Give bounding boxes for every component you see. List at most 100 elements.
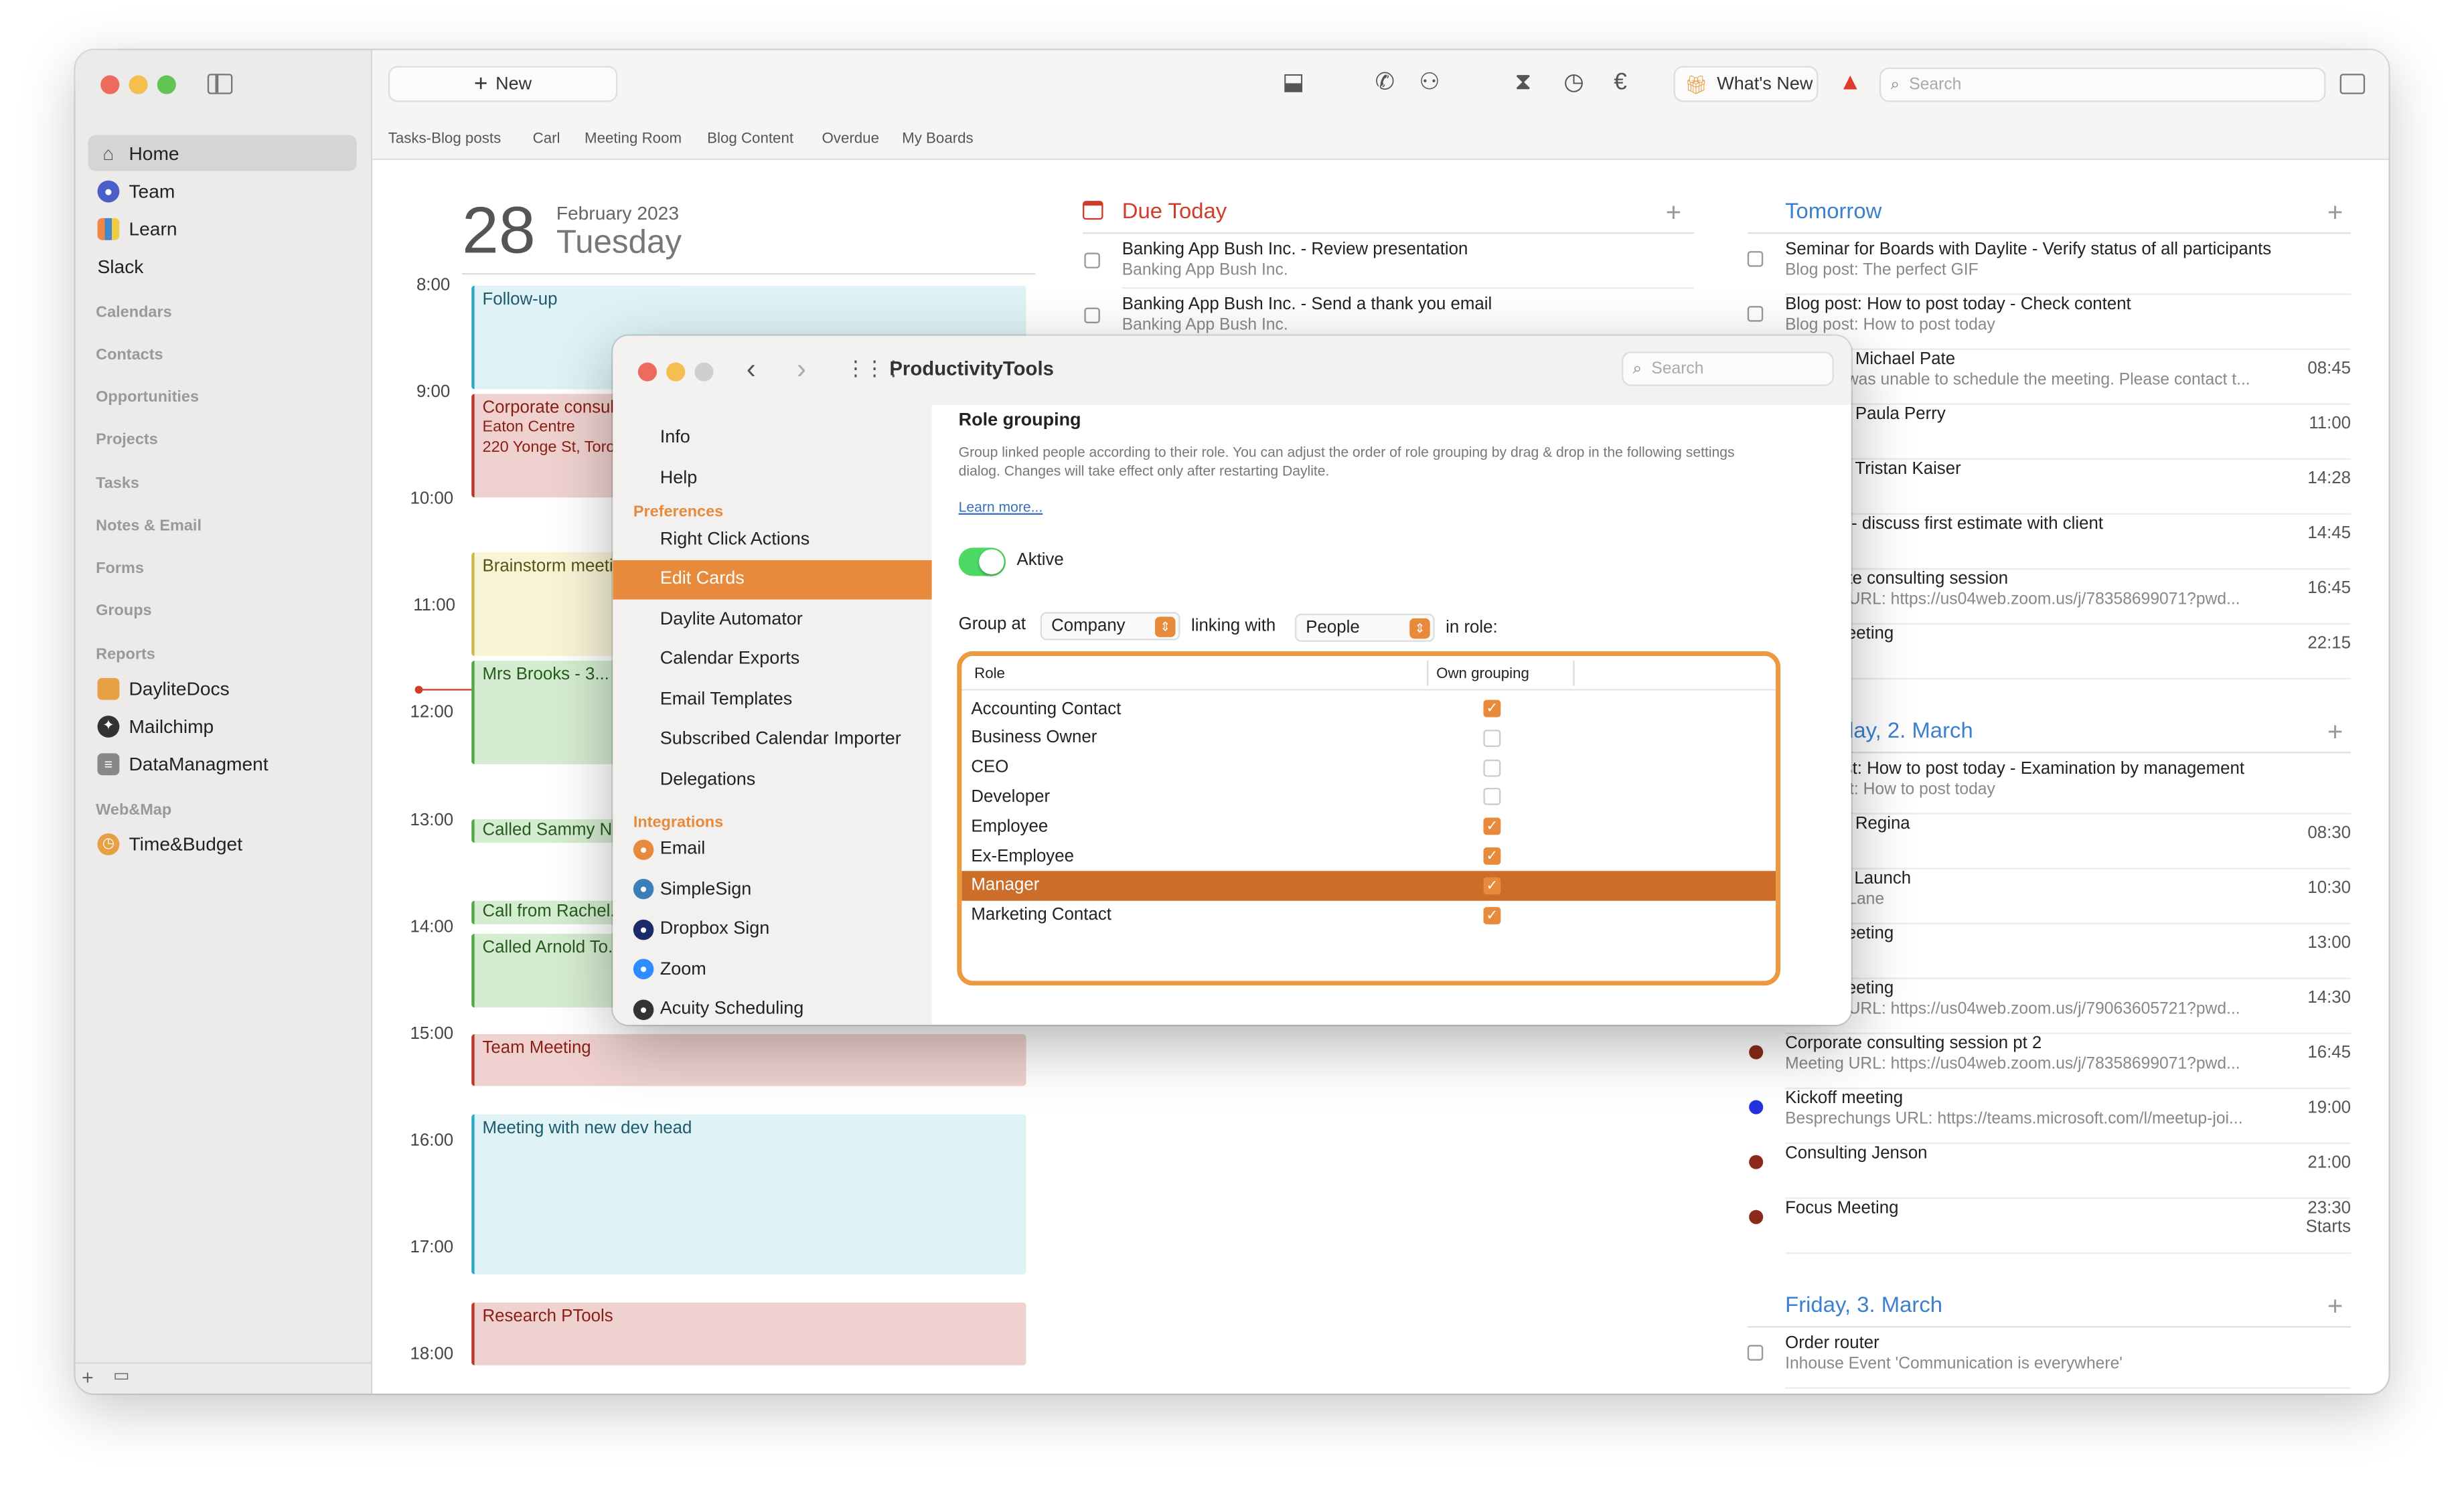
role-row[interactable]: Marketing Contact ✓ — [961, 900, 1776, 930]
agenda-item[interactable]: Order router Inhouse Event 'Communication… — [1785, 1334, 2352, 1389]
timer-icon[interactable]: ◷ — [1563, 70, 1584, 96]
dialog-nav-help[interactable]: Help — [613, 459, 931, 498]
back-chevron-icon[interactable]: ‹ — [747, 353, 756, 386]
add-icon[interactable]: + — [82, 1365, 94, 1389]
search-input[interactable]: ⌕ Search — [1879, 67, 2326, 102]
phone-icon[interactable]: ✆ — [1375, 70, 1395, 96]
sidebar-toggle-icon[interactable] — [207, 74, 233, 94]
zoom-window-button[interactable] — [157, 75, 176, 94]
agenda-item[interactable]: Seminar for Boards with Daylite - Verify… — [1785, 240, 2352, 295]
own-grouping-checkbox[interactable] — [1483, 729, 1501, 747]
agenda-item[interactable]: Call with Paula Perry 11:00 — [1785, 405, 2352, 460]
column-header-own-grouping[interactable]: Own grouping — [1436, 665, 1529, 683]
aktive-toggle[interactable] — [958, 548, 1006, 576]
column-header-role[interactable]: Role — [974, 665, 1005, 683]
agenda-item[interactable]: Corporate consulting session pt 2 Meeting… — [1785, 1034, 2352, 1090]
learn-more-link[interactable]: Learn more... — [959, 499, 1043, 515]
own-grouping-checkbox[interactable] — [1483, 788, 1501, 806]
sidebar-section-webmap[interactable]: Web&Map — [96, 802, 171, 819]
sidebar-section-calendars[interactable]: Calendars — [96, 305, 171, 322]
sidebar-item-home[interactable]: ⌂ Home — [88, 135, 357, 171]
role-row[interactable]: Business Owner — [961, 723, 1776, 753]
sidebar-section-groups[interactable]: Groups — [96, 602, 151, 620]
agenda-item[interactable]: Kickoff meeting Besprechungs URL: https:/… — [1785, 1089, 2352, 1145]
tab-carl[interactable]: Carl — [533, 131, 560, 148]
task-checkbox[interactable] — [1747, 1345, 1764, 1361]
inspector-toggle-icon[interactable] — [2339, 74, 2366, 94]
own-grouping-checkbox[interactable] — [1483, 758, 1501, 776]
sidebar-section-projects[interactable]: Projects — [96, 432, 158, 449]
agenda-item[interactable]: Blog post: How to post today - Examinati… — [1785, 760, 2352, 815]
sidebar-section-reports[interactable]: Reports — [96, 647, 155, 664]
sidebar-section-tasks[interactable]: Tasks — [96, 475, 139, 493]
calendar-event[interactable]: Meeting with new dev head — [471, 1114, 1026, 1274]
agenda-item[interactable]: Call with Regina08:30 — [1785, 815, 2352, 869]
dialog-nav-pref[interactable]: Subscribed Calendar Importer — [613, 720, 931, 759]
group-at-select[interactable]: Company ⇕ — [1040, 612, 1180, 641]
agenda-item[interactable]: Call with Michael Pate Michael was unable… — [1785, 350, 2352, 405]
sidebar-item-datamanagment[interactable]: ≡ DataManagment — [88, 746, 356, 782]
calendar-event[interactable]: Team Meeting — [471, 1034, 1026, 1086]
dialog-nav-pref[interactable]: Email Templates — [613, 679, 931, 719]
calendar-event[interactable]: Research PTools — [471, 1302, 1026, 1365]
dialog-nav-integration[interactable]: ● Acuity Scheduling — [613, 989, 931, 1025]
dialog-nav-pref[interactable]: Delegations — [613, 760, 931, 799]
daylite-icon[interactable]: ⬓ — [1282, 70, 1304, 96]
tab-blog-content[interactable]: Blog Content — [707, 131, 793, 148]
sidebar-section-forms[interactable]: Forms — [96, 560, 144, 578]
close-window-button[interactable] — [100, 75, 120, 94]
dialog-zoom-button[interactable] — [694, 362, 714, 382]
tab-my-boards[interactable]: My Boards — [902, 131, 974, 148]
task-checkbox[interactable] — [1747, 306, 1764, 322]
add-item-button[interactable]: + — [2327, 717, 2343, 748]
add-due-task-button[interactable]: + — [1666, 197, 1681, 229]
own-grouping-checkbox[interactable]: ✓ — [1483, 699, 1501, 718]
task-checkbox[interactable] — [1747, 251, 1764, 267]
own-grouping-checkbox[interactable]: ✓ — [1483, 906, 1501, 924]
sidebar-item-mailchimp[interactable]: ✦ Mailchimp — [88, 708, 356, 744]
agenda-item[interactable]: Call with Tristan Kaiser 14:28 — [1785, 460, 2352, 515]
bell-icon[interactable]: ▲ — [1839, 70, 1862, 96]
agenda-item[interactable]: Blog post: How to post today - Check con… — [1785, 295, 2352, 350]
tab-overdue[interactable]: Overdue — [822, 131, 879, 148]
hourglass-icon[interactable]: ⧗ — [1515, 70, 1531, 96]
whats-new-button[interactable]: 🎁︎ What's New — [1673, 66, 1819, 102]
role-row[interactable]: CEO — [961, 752, 1776, 782]
agenda-item[interactable]: Team Meeting13:00 — [1785, 924, 2352, 979]
agenda-item[interactable]: Team Meeting22:15 — [1785, 625, 2352, 680]
task-checkbox[interactable] — [1084, 307, 1100, 323]
add-item-button[interactable]: + — [2327, 197, 2343, 229]
agenda-item[interactable]: Consulting Jenson 21:00 — [1785, 1144, 2352, 1199]
tab-tasks-blog-posts[interactable]: Tasks-Blog posts — [388, 131, 502, 148]
own-grouping-checkbox[interactable]: ✓ — [1483, 817, 1501, 835]
forward-chevron-icon[interactable]: › — [797, 353, 806, 386]
tab-meeting-room[interactable]: Meeting Room — [585, 131, 682, 148]
minimize-window-button[interactable] — [129, 75, 148, 94]
dialog-close-button[interactable] — [637, 362, 658, 382]
new-button[interactable]: + New — [388, 66, 618, 102]
due-task[interactable]: Banking App Bush Inc. - Send a thank you… — [1122, 295, 1492, 335]
sidebar-section-notes-email[interactable]: Notes & Email — [96, 518, 202, 535]
sidebar-item-team[interactable]: ● Team — [88, 173, 356, 209]
own-grouping-checkbox[interactable]: ✓ — [1483, 877, 1501, 894]
dialog-nav-pref[interactable]: Calendar Exports — [613, 639, 931, 679]
dialog-nav-integration[interactable]: ● SimpleSign — [613, 869, 931, 909]
euro-icon[interactable]: € — [1614, 70, 1627, 96]
dialog-nav-integration[interactable]: ● Email — [613, 829, 931, 869]
dialog-search-input[interactable]: ⌕ Search — [1622, 351, 1834, 386]
dialog-nav-info[interactable]: Info — [613, 418, 931, 457]
own-grouping-checkbox[interactable]: ✓ — [1483, 847, 1501, 865]
sidebar-section-contacts[interactable]: Contacts — [96, 347, 163, 364]
agenda-item[interactable]: Corporate consulting session Meeting URL:… — [1785, 570, 2352, 625]
agenda-item[interactable]: Team MeetingMeeting URL: https://us04web… — [1785, 979, 2352, 1035]
role-row[interactable]: Employee ✓ — [961, 812, 1776, 842]
contact-link-icon[interactable]: ⚇ — [1419, 70, 1440, 96]
dialog-nav-pref[interactable]: Daylite Automator — [613, 600, 931, 639]
sidebar-item-timebudget[interactable]: ◷ Time&Budget — [88, 825, 356, 861]
sidebar-item-daylitedocs[interactable]: DayliteDocs — [88, 670, 356, 706]
dialog-nav-integration[interactable]: ● Zoom — [613, 949, 931, 989]
due-task[interactable]: Banking App Bush Inc. - Review presentat… — [1122, 240, 1468, 280]
dialog-minimize-button[interactable] — [666, 362, 686, 382]
dialog-nav-pref[interactable]: Right Click Actions — [613, 519, 931, 559]
linking-with-select[interactable]: People ⇕ — [1294, 613, 1435, 642]
